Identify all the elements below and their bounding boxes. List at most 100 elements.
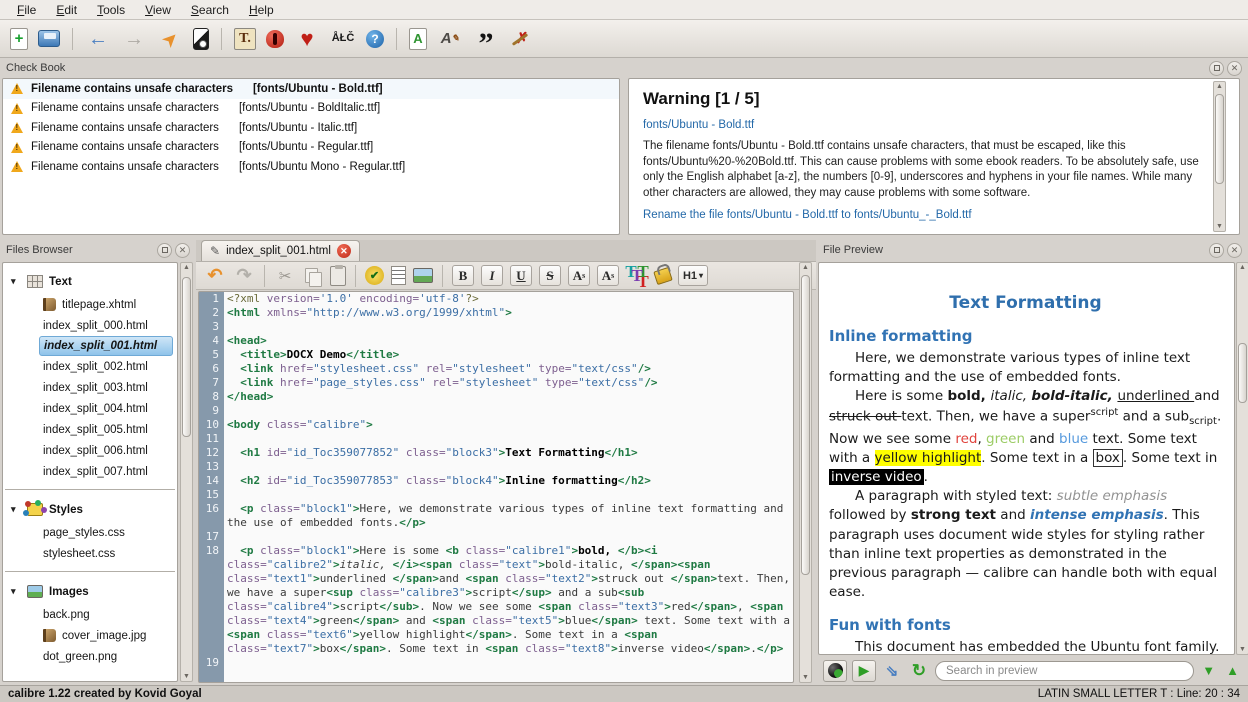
code-token xyxy=(399,474,406,487)
code-token: <sub xyxy=(618,586,645,599)
detail-scrollbar[interactable]: ▲ ▼ xyxy=(1213,81,1226,232)
menu-tools[interactable]: Tools xyxy=(88,1,134,19)
file-item[interactable]: index_split_002.html xyxy=(3,356,177,377)
cut-icon[interactable]: ✂ xyxy=(274,265,296,287)
check-book-close-button[interactable]: ✕ xyxy=(1227,61,1242,76)
help-icon[interactable]: ? xyxy=(366,30,384,48)
tab-close-button[interactable]: ✕ xyxy=(337,244,351,258)
preview-run: inverse video xyxy=(829,469,924,485)
file-item[interactable]: index_split_006.html xyxy=(3,440,177,461)
copy-icon[interactable] xyxy=(303,266,323,286)
donate-icon[interactable]: ♥ xyxy=(294,26,320,52)
chevron-down-icon[interactable]: ▾ xyxy=(11,504,21,515)
file-item[interactable]: index_split_005.html xyxy=(3,419,177,440)
section-separator xyxy=(5,489,175,490)
paste-icon[interactable] xyxy=(330,266,346,286)
editor-scrollbar[interactable]: ▲ ▼ xyxy=(799,262,812,683)
code-editor[interactable]: 1<?xml version='1.0' encoding='utf-8'?>2… xyxy=(198,291,794,683)
warning-file-link[interactable]: fonts/Ubuntu - Bold.ttf xyxy=(643,119,1215,131)
menu-file[interactable]: File xyxy=(8,1,45,19)
files-browser-float-button[interactable] xyxy=(157,243,172,258)
heading-dropdown[interactable]: H1▾ xyxy=(678,265,708,286)
file-name: back.png xyxy=(43,609,90,621)
files-scrollbar[interactable]: ▲ ▼ xyxy=(180,262,193,682)
files-tree[interactable]: ▾Texttitlepage.xhtmlindex_split_000.html… xyxy=(2,262,178,682)
file-item[interactable]: cover_image.jpg xyxy=(3,625,177,646)
preview-search-input[interactable] xyxy=(935,661,1194,681)
insert-image-icon[interactable] xyxy=(413,268,433,283)
chevron-down-icon[interactable]: ▾ xyxy=(11,276,21,287)
menu-view[interactable]: View xyxy=(136,1,180,19)
reload-icon[interactable]: ↻ xyxy=(908,660,930,682)
check-html-icon[interactable]: ✔ xyxy=(365,266,384,285)
remove-unused-css-icon[interactable]: ✗ xyxy=(509,26,535,52)
section-header-images[interactable]: ▾Images xyxy=(3,579,177,604)
manage-fonts-icon[interactable]: T. xyxy=(234,28,256,50)
change-case-icon[interactable]: A✎ xyxy=(437,26,463,52)
warning-row[interactable]: Filename contains unsafe characters[font… xyxy=(3,99,619,119)
menu-search[interactable]: Search xyxy=(182,1,238,19)
file-item[interactable]: index_split_003.html xyxy=(3,377,177,398)
redo-icon[interactable]: ↷ xyxy=(233,265,255,287)
section-header-text[interactable]: ▾Text xyxy=(3,269,177,294)
file-preview-float-button[interactable] xyxy=(1209,243,1224,258)
background-color-icon[interactable] xyxy=(653,266,673,284)
warning-row[interactable]: Filename contains unsafe characters[font… xyxy=(3,118,619,138)
underline-icon[interactable]: U xyxy=(510,265,532,286)
new-file-icon[interactable]: + xyxy=(10,28,28,50)
file-item[interactable]: back.png xyxy=(3,604,177,625)
strikethrough-icon[interactable]: S xyxy=(539,265,561,286)
sync-position-icon[interactable]: ⇘ xyxy=(881,660,903,682)
text-color-icon[interactable]: T xyxy=(626,265,648,287)
superscript-icon[interactable]: As xyxy=(568,265,590,286)
file-item[interactable]: index_split_001.html xyxy=(39,336,173,356)
refresh-preview-button[interactable]: ▶ xyxy=(852,660,876,682)
warning-row[interactable]: Filename contains unsafe characters[font… xyxy=(3,157,619,177)
code-token: <title> xyxy=(240,348,286,361)
file-item[interactable]: titlepage.xhtml xyxy=(3,294,177,315)
section-header-styles[interactable]: ▾Styles xyxy=(3,497,177,522)
check-book-icon[interactable] xyxy=(266,30,284,48)
file-preview-close-button[interactable]: ✕ xyxy=(1227,243,1242,258)
subscript-icon[interactable]: As xyxy=(597,265,619,286)
special-characters-icon[interactable]: ÅŁČ xyxy=(330,26,356,52)
file-item[interactable]: dot_green.png xyxy=(3,646,177,667)
pin-icon[interactable]: ➤ xyxy=(152,20,189,57)
smarten-punctuation-icon[interactable]: ” xyxy=(473,26,499,52)
line-number: 5 xyxy=(199,348,224,362)
section-separator xyxy=(5,571,175,572)
file-item[interactable]: index_split_007.html xyxy=(3,461,177,482)
warning-label: Filename contains unsafe characters xyxy=(31,141,219,153)
search-next-button[interactable]: ▼ xyxy=(1199,663,1218,678)
check-book-warning-list[interactable]: Filename contains unsafe characters[font… xyxy=(2,78,620,235)
undo-icon[interactable]: ↶ xyxy=(204,265,226,287)
files-browser-close-button[interactable]: ✕ xyxy=(175,243,190,258)
file-item[interactable]: stylesheet.css xyxy=(3,543,177,564)
warning-row[interactable]: Filename contains unsafe characters[font… xyxy=(3,138,619,158)
spell-check-icon[interactable]: A xyxy=(409,28,427,50)
file-item[interactable]: index_split_000.html xyxy=(3,315,177,336)
menu-edit[interactable]: Edit xyxy=(47,1,86,19)
warning-rename-link[interactable]: Rename the file fonts/Ubuntu - Bold.ttf … xyxy=(643,209,1215,221)
tab-index-split-001[interactable]: ✎ index_split_001.html ✕ xyxy=(201,240,360,261)
bold-icon[interactable]: B xyxy=(452,265,474,286)
file-item[interactable]: index_split_004.html xyxy=(3,398,177,419)
back-icon[interactable]: ← xyxy=(85,26,111,52)
save-icon[interactable] xyxy=(38,30,60,47)
auto-reload-toggle[interactable] xyxy=(823,660,847,682)
file-item[interactable]: page_styles.css xyxy=(3,522,177,543)
search-prev-button[interactable]: ▲ xyxy=(1223,663,1242,678)
italic-icon[interactable]: I xyxy=(481,265,503,286)
preview-run: bold-italic, xyxy=(1031,388,1117,404)
code-content: <html xmlns="http://www.w3.org/1999/xhtm… xyxy=(224,306,793,320)
preview-scrollbar[interactable]: ▲ ▼ xyxy=(1236,262,1248,655)
chevron-down-icon[interactable]: ▾ xyxy=(11,586,21,597)
check-book-float-button[interactable] xyxy=(1209,61,1224,76)
beautify-icon[interactable] xyxy=(391,266,406,285)
preview-document[interactable]: Text FormattingInline formattingHere, we… xyxy=(818,262,1235,655)
warning-row[interactable]: Filename contains unsafe characters[font… xyxy=(3,79,619,99)
device-view-icon[interactable] xyxy=(193,28,209,50)
code-token xyxy=(273,376,280,389)
menu-help[interactable]: Help xyxy=(240,1,283,19)
forward-icon[interactable]: → xyxy=(121,26,147,52)
